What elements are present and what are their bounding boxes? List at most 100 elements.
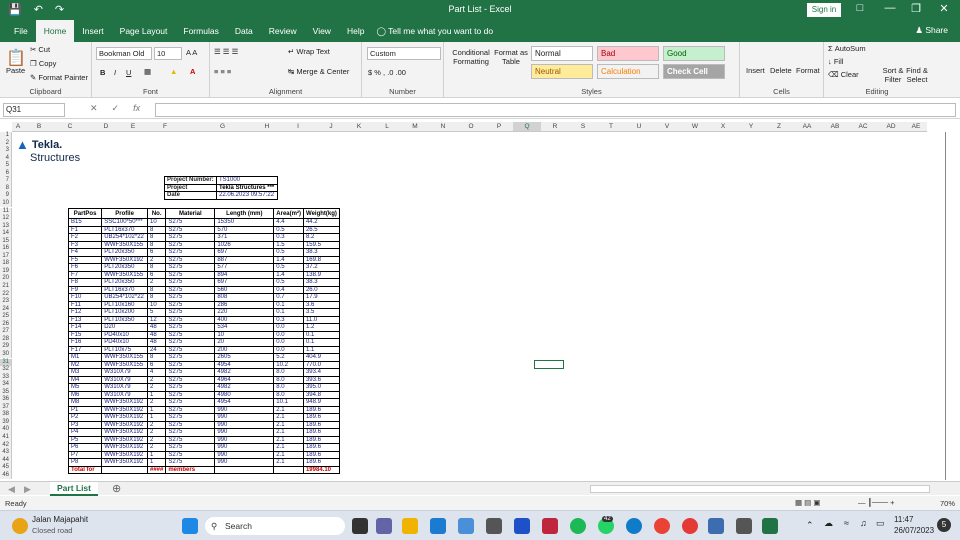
row-header[interactable]: 5 bbox=[0, 162, 12, 170]
row-header[interactable]: 34 bbox=[0, 381, 12, 389]
column-header[interactable]: E bbox=[126, 122, 140, 132]
row-header[interactable]: 12 bbox=[0, 215, 12, 223]
cloud-icon[interactable]: ☁ bbox=[824, 518, 833, 529]
app-l-icon[interactable] bbox=[430, 518, 446, 534]
number-format-select[interactable]: Custom bbox=[367, 47, 441, 60]
row-header[interactable]: 41 bbox=[0, 434, 12, 442]
row-header[interactable]: 1 bbox=[0, 132, 12, 140]
row-header[interactable]: 29 bbox=[0, 343, 12, 351]
speaker-icon[interactable]: ♫ bbox=[860, 518, 867, 528]
row-header[interactable]: 43 bbox=[0, 449, 12, 457]
column-header[interactable]: N bbox=[429, 122, 457, 132]
format-as-table-button[interactable]: Format as Table bbox=[492, 48, 530, 66]
row-header[interactable]: 16 bbox=[0, 245, 12, 253]
horizontal-scrollbar[interactable] bbox=[590, 485, 930, 493]
find-select-button[interactable]: Find & Select bbox=[904, 66, 930, 84]
column-header[interactable]: I bbox=[279, 122, 317, 132]
cancel-icon[interactable]: ✕ bbox=[90, 103, 98, 114]
tab-page-layout[interactable]: Page Layout bbox=[112, 20, 176, 42]
column-header[interactable]: W bbox=[681, 122, 709, 132]
column-header[interactable]: X bbox=[709, 122, 737, 132]
tab-file[interactable]: File bbox=[6, 20, 36, 42]
maximize-icon[interactable]: ❐ bbox=[906, 2, 926, 15]
copy-button[interactable]: ❐ Copy bbox=[30, 59, 56, 68]
column-header[interactable]: AB bbox=[821, 122, 849, 132]
column-header[interactable]: B bbox=[24, 122, 54, 132]
row-header[interactable]: 13 bbox=[0, 222, 12, 231]
tab-insert[interactable]: Insert bbox=[74, 20, 111, 42]
app-photo-icon[interactable] bbox=[458, 518, 474, 534]
app-tekla-icon[interactable] bbox=[486, 518, 502, 534]
selected-cell[interactable] bbox=[534, 360, 564, 369]
column-header[interactable]: M bbox=[401, 122, 429, 132]
zoom-slider[interactable]: — ┃─── + bbox=[858, 498, 895, 507]
row-header[interactable]: 44 bbox=[0, 456, 12, 465]
row-header[interactable]: 22 bbox=[0, 290, 12, 299]
column-header[interactable]: AE bbox=[905, 122, 927, 132]
column-header[interactable]: J bbox=[317, 122, 345, 132]
row-header[interactable]: 3 bbox=[0, 147, 12, 155]
row-header[interactable]: 10 bbox=[0, 199, 12, 208]
row-header[interactable]: 36 bbox=[0, 396, 12, 404]
tab-review[interactable]: Review bbox=[261, 20, 305, 42]
currency-icon[interactable]: $ % , .0 .00 bbox=[368, 68, 406, 77]
column-header[interactable]: D bbox=[86, 122, 126, 132]
chrome-2-icon[interactable] bbox=[682, 518, 698, 534]
chrome-icon[interactable] bbox=[654, 518, 670, 534]
column-header[interactable]: T bbox=[597, 122, 625, 132]
task-view-icon[interactable] bbox=[352, 518, 368, 534]
tab-formulas[interactable]: Formulas bbox=[175, 20, 226, 42]
row-header[interactable]: 4 bbox=[0, 154, 12, 163]
format-painter-button[interactable]: ✎ Format Painter bbox=[30, 73, 88, 82]
row-header[interactable]: 31 bbox=[0, 358, 12, 367]
column-header[interactable]: R bbox=[541, 122, 569, 132]
row-header[interactable]: 19 bbox=[0, 267, 12, 276]
row-header[interactable]: 27 bbox=[0, 328, 12, 336]
column-header[interactable]: Z bbox=[765, 122, 793, 132]
borders-icon[interactable]: ▦ bbox=[144, 67, 151, 76]
column-header[interactable]: S bbox=[569, 122, 597, 132]
excel-icon[interactable] bbox=[762, 518, 778, 534]
windows-start-icon[interactable] bbox=[182, 518, 198, 534]
chevron-up-icon[interactable]: ⌃ bbox=[806, 520, 814, 531]
column-header[interactable]: P bbox=[485, 122, 513, 132]
row-header[interactable]: 39 bbox=[0, 418, 12, 427]
italic-button[interactable]: I bbox=[114, 68, 116, 77]
style-normal[interactable]: Normal bbox=[531, 46, 593, 61]
style-good[interactable]: Good bbox=[663, 46, 725, 61]
row-header[interactable]: 21 bbox=[0, 283, 12, 291]
row-header[interactable]: 2 bbox=[0, 139, 12, 148]
row-header[interactable]: 38 bbox=[0, 411, 12, 419]
scroll-left-icon[interactable]: ◀ bbox=[8, 484, 15, 495]
name-box[interactable]: Q31 bbox=[3, 103, 65, 117]
row-header[interactable]: 28 bbox=[0, 335, 12, 344]
spotify-icon[interactable] bbox=[570, 518, 586, 534]
bold-button[interactable]: B bbox=[100, 68, 105, 77]
sign-in-button[interactable]: Sign in bbox=[807, 3, 841, 17]
share-button[interactable]: ♟ Share bbox=[915, 25, 948, 36]
cut-button[interactable]: ✂ Cut bbox=[30, 45, 50, 54]
merge-center-button[interactable]: ↹ Merge & Center bbox=[288, 67, 349, 76]
teams-icon[interactable] bbox=[376, 518, 392, 534]
paste-button[interactable]: Paste bbox=[6, 66, 25, 75]
row-header[interactable]: 11 bbox=[0, 207, 12, 216]
row-header[interactable]: 40 bbox=[0, 426, 12, 434]
row-header[interactable]: 37 bbox=[0, 403, 12, 412]
autosum-button[interactable]: Σ AutoSum bbox=[828, 44, 866, 53]
notification-badge[interactable]: 5 bbox=[937, 518, 951, 532]
row-header[interactable]: 7 bbox=[0, 177, 12, 185]
add-sheet-icon[interactable]: ⊕ bbox=[112, 482, 121, 495]
app-r-icon[interactable] bbox=[514, 518, 530, 534]
column-header[interactable]: O bbox=[457, 122, 485, 132]
tab-home[interactable]: Home bbox=[35, 20, 75, 42]
column-header[interactable]: C bbox=[54, 122, 86, 132]
wrap-text-button[interactable]: ↵ Wrap Text bbox=[288, 47, 330, 56]
ribbon-display-icon[interactable]: □ bbox=[850, 2, 870, 14]
font-color-icon[interactable]: A bbox=[190, 67, 195, 76]
column-header[interactable]: F bbox=[140, 122, 190, 132]
clear-button[interactable]: ⌫ Clear bbox=[828, 70, 859, 79]
tell-me-box[interactable]: ◯ Tell me what you want to do bbox=[376, 26, 493, 37]
scroll-right-icon[interactable]: ▶ bbox=[24, 484, 31, 495]
row-header[interactable]: 26 bbox=[0, 320, 12, 329]
row-header[interactable]: 17 bbox=[0, 252, 12, 261]
